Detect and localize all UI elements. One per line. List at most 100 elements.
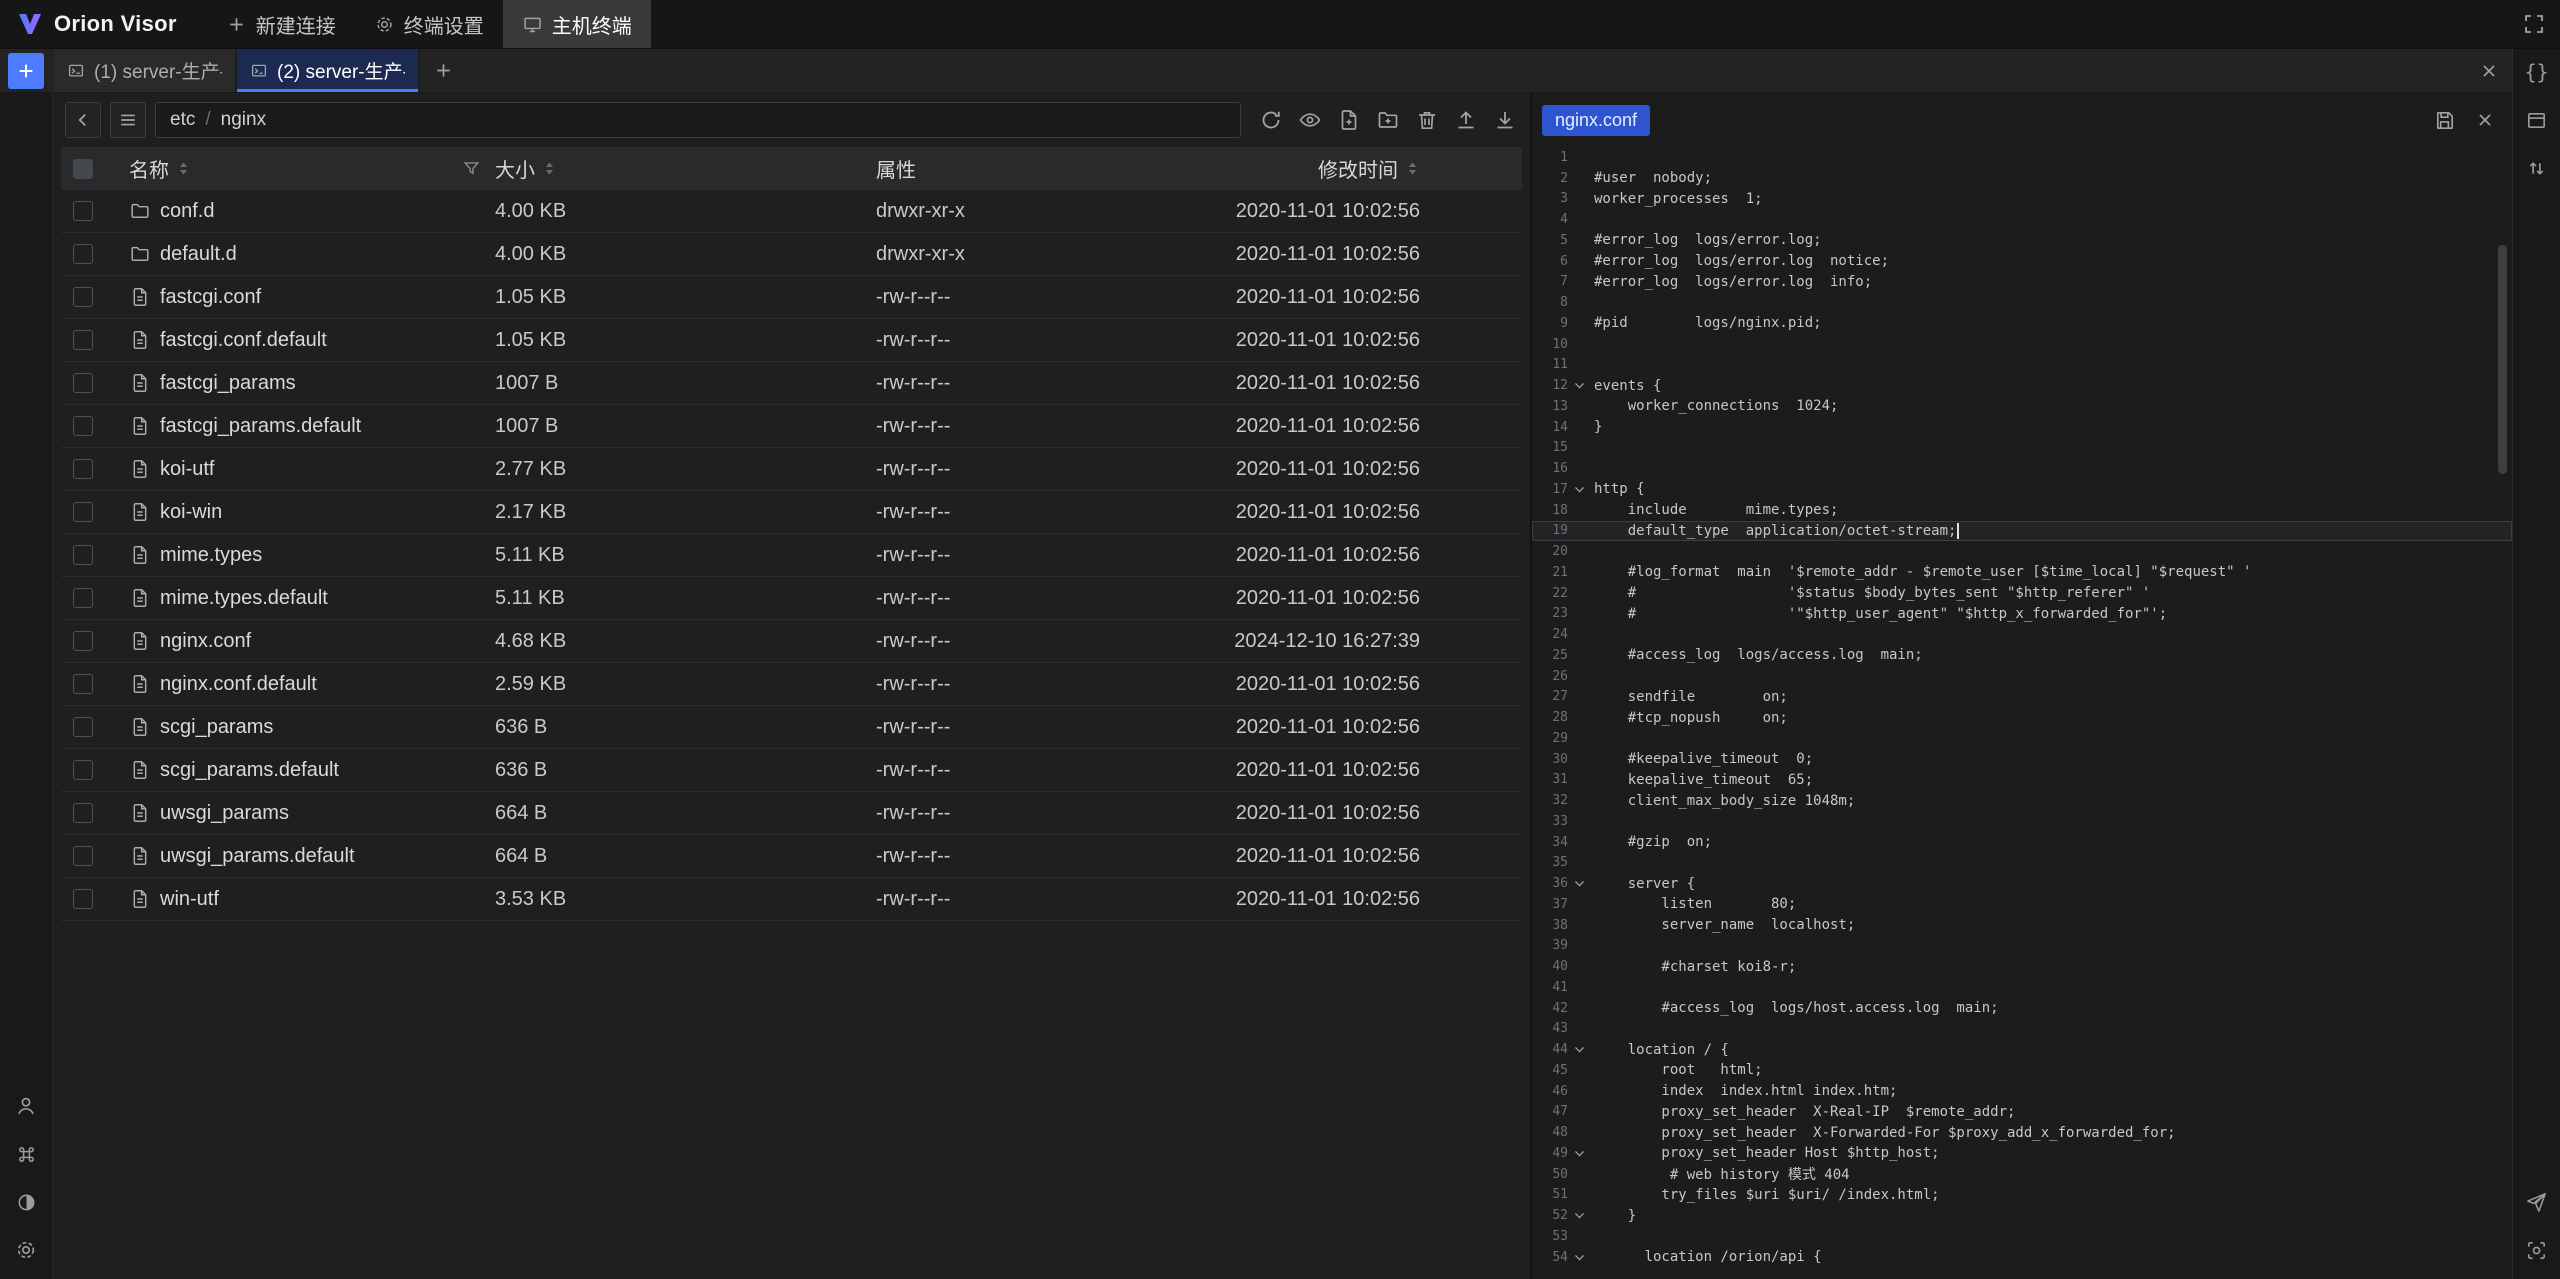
table-row[interactable]: uwsgi_params664 B-rw-r--r--2020-11-01 10… [61,792,1522,835]
close-editor-icon[interactable] [2474,109,2496,131]
row-checkbox[interactable] [73,373,93,393]
editor-line[interactable]: 23 # '"$http_user_agent" "$http_x_forwar… [1532,604,2512,625]
screenshot-icon[interactable] [2524,1237,2550,1263]
table-row[interactable]: mime.types5.11 KB-rw-r--r--2020-11-01 10… [61,534,1522,577]
row-checkbox[interactable] [73,631,93,651]
file-name[interactable]: fastcgi_params [160,372,296,395]
editor-line[interactable]: 32 client_max_body_size 1048m; [1532,790,2512,811]
editor-line[interactable]: 54 location /orion/api { [1532,1247,2512,1268]
editor-line[interactable]: 33 [1532,811,2512,832]
table-row[interactable]: fastcgi_params1007 B-rw-r--r--2020-11-01… [61,362,1522,405]
row-checkbox[interactable] [73,502,93,522]
app-logo[interactable]: Orion Visor [16,10,177,38]
fold-chevron-icon[interactable] [1568,1247,1590,1268]
editor-content[interactable]: 12#user nobody;3worker_processes 1;45#er… [1532,147,2512,1279]
editor-line[interactable]: 35 [1532,853,2512,874]
new-folder-icon[interactable] [1375,107,1401,133]
row-checkbox[interactable] [73,674,93,694]
editor-line[interactable]: 19 default_type application/octet-stream… [1532,521,2512,542]
row-checkbox[interactable] [73,803,93,823]
row-checkbox[interactable] [73,416,93,436]
editor-line[interactable]: 16 [1532,458,2512,479]
editor-line[interactable]: 49 proxy_set_header Host $http_host; [1532,1143,2512,1164]
fold-chevron-icon[interactable] [1568,1143,1590,1164]
editor-line[interactable]: 8 [1532,292,2512,313]
editor-scrollbar[interactable] [2498,245,2507,474]
refresh-icon[interactable] [1258,107,1284,133]
editor-line[interactable]: 15 [1532,438,2512,459]
editor-line[interactable]: 17http { [1532,479,2512,500]
file-name[interactable]: default.d [160,243,237,266]
file-name[interactable]: uwsgi_params [160,802,289,825]
editor-line[interactable]: 46 index index.html index.htm; [1532,1081,2512,1102]
fold-chevron-icon[interactable] [1568,1205,1590,1226]
editor-line[interactable]: 2#user nobody; [1532,168,2512,189]
editor-line[interactable]: 48 proxy_set_header X-Forwarded-For $pro… [1532,1122,2512,1143]
file-name[interactable]: scgi_params.default [160,759,339,782]
nav-new-connection[interactable]: 新建连接 [207,0,355,48]
path-breadcrumb[interactable]: etc / nginx [155,102,1241,138]
tab-server-1[interactable]: (1) server-生产-1 [54,49,237,92]
breadcrumb-segment[interactable]: etc [170,109,195,131]
table-row[interactable]: nginx.conf4.68 KB-rw-r--r--2024-12-10 16… [61,620,1522,663]
download-icon[interactable] [1492,107,1518,133]
table-row[interactable]: uwsgi_params.default664 B-rw-r--r--2020-… [61,835,1522,878]
editor-line[interactable]: 10 [1532,334,2512,355]
editor-line[interactable]: 43 [1532,1019,2512,1040]
file-name[interactable]: mime.types.default [160,587,328,610]
fold-chevron-icon[interactable] [1568,1039,1590,1060]
editor-line[interactable]: 26 [1532,666,2512,687]
theme-icon[interactable] [13,1189,39,1215]
fold-chevron-icon[interactable] [1568,873,1590,894]
editor-line[interactable]: 25 #access_log logs/access.log main; [1532,645,2512,666]
fold-chevron-icon[interactable] [1568,375,1590,396]
editor-line[interactable]: 21 #log_format main '$remote_addr - $rem… [1532,562,2512,583]
settings-icon[interactable] [13,1237,39,1263]
editor-line[interactable]: 20 [1532,541,2512,562]
row-checkbox[interactable] [73,889,93,909]
user-icon[interactable] [13,1093,39,1119]
editor-line[interactable]: 18 include mime.types; [1532,500,2512,521]
editor-line[interactable]: 34 #gzip on; [1532,832,2512,853]
file-name[interactable]: koi-win [160,501,222,524]
editor-line[interactable]: 1 [1532,147,2512,168]
tab-server-2[interactable]: (2) server-生产-1 [237,49,420,92]
editor-line[interactable]: 42 #access_log logs/host.access.log main… [1532,998,2512,1019]
editor-line[interactable]: 37 listen 80; [1532,894,2512,915]
editor-line[interactable]: 39 [1532,936,2512,957]
editor-line[interactable]: 41 [1532,977,2512,998]
row-checkbox[interactable] [73,287,93,307]
table-row[interactable]: fastcgi.conf.default1.05 KB-rw-r--r--202… [61,319,1522,362]
save-file-icon[interactable] [2433,109,2456,132]
row-checkbox[interactable] [73,330,93,350]
editor-line[interactable]: 40 #charset koi8-r; [1532,956,2512,977]
column-header-name[interactable]: 名称 [105,154,495,183]
editor-line[interactable]: 6#error_log logs/error.log notice; [1532,251,2512,272]
editor-line[interactable]: 3worker_processes 1; [1532,189,2512,210]
table-row[interactable]: win-utf3.53 KB-rw-r--r--2020-11-01 10:02… [61,878,1522,921]
editor-line[interactable]: 4 [1532,209,2512,230]
row-checkbox[interactable] [73,459,93,479]
fullscreen-icon[interactable] [2508,0,2560,49]
add-tab-icon[interactable] [420,49,466,92]
file-name[interactable]: conf.d [160,200,214,223]
row-checkbox[interactable] [73,588,93,608]
editor-line[interactable]: 50 # web history 模式 404 [1532,1164,2512,1185]
editor-line[interactable]: 11 [1532,355,2512,376]
editor-line[interactable]: 38 server_name localhost; [1532,915,2512,936]
file-name[interactable]: nginx.conf [160,630,251,653]
table-row[interactable]: koi-utf2.77 KB-rw-r--r--2020-11-01 10:02… [61,448,1522,491]
row-checkbox[interactable] [73,545,93,565]
close-panel-icon[interactable] [2466,49,2512,92]
send-icon[interactable] [2524,1189,2550,1215]
panel-icon[interactable] [2524,107,2550,133]
editor-line[interactable]: 13 worker_connections 1024; [1532,396,2512,417]
preview-icon[interactable] [1297,107,1323,133]
table-row[interactable]: fastcgi.conf1.05 KB-rw-r--r--2020-11-01 … [61,276,1522,319]
row-checkbox[interactable] [73,244,93,264]
editor-line[interactable]: 27 sendfile on; [1532,687,2512,708]
delete-icon[interactable] [1414,107,1440,133]
editor-line[interactable]: 30 #keepalive_timeout 0; [1532,749,2512,770]
back-icon[interactable] [65,102,101,138]
editor-line[interactable]: 44 location / { [1532,1039,2512,1060]
